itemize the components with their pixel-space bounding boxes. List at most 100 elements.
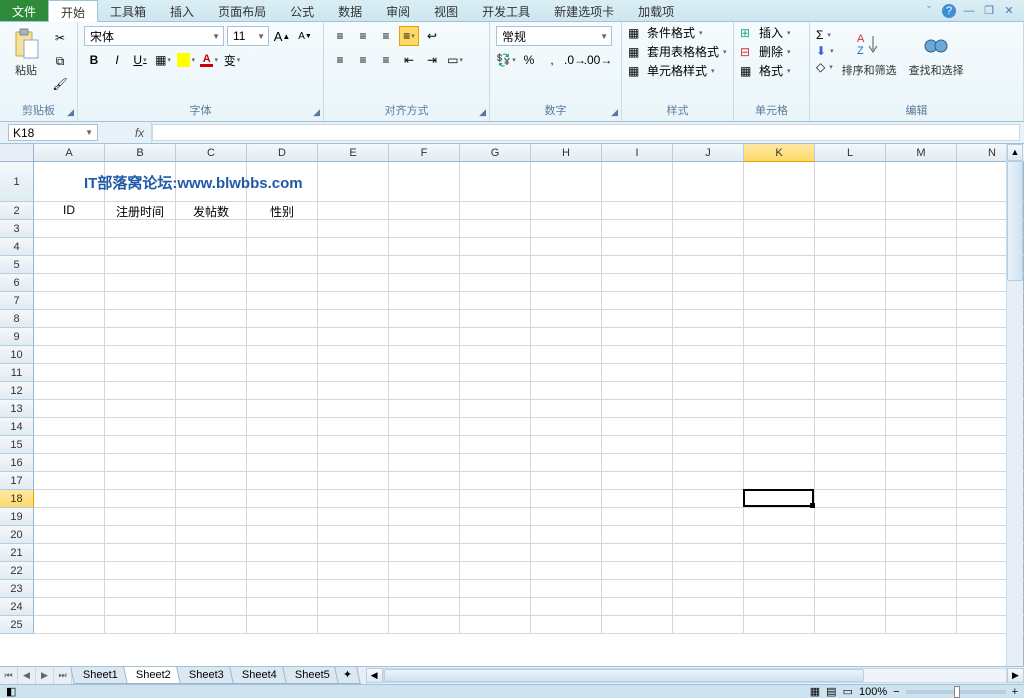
cell-B6[interactable] bbox=[105, 274, 176, 292]
cell-D11[interactable] bbox=[247, 364, 318, 382]
cell-J16[interactable] bbox=[673, 454, 744, 472]
cell-A14[interactable] bbox=[34, 418, 105, 436]
cell-M9[interactable] bbox=[886, 328, 957, 346]
cell-K4[interactable] bbox=[744, 238, 815, 256]
delete-cells-button[interactable]: ⊟删除▾ bbox=[740, 43, 791, 60]
cell-C15[interactable] bbox=[176, 436, 247, 454]
cell-C2[interactable]: 发帖数 bbox=[176, 202, 247, 220]
cell-K13[interactable] bbox=[744, 400, 815, 418]
cell-L24[interactable] bbox=[815, 598, 886, 616]
cell-B10[interactable] bbox=[105, 346, 176, 364]
row-header-12[interactable]: 12 bbox=[0, 382, 34, 400]
cell-L2[interactable] bbox=[815, 202, 886, 220]
cell-G16[interactable] bbox=[460, 454, 531, 472]
cell-H13[interactable] bbox=[531, 400, 602, 418]
cell-A4[interactable] bbox=[34, 238, 105, 256]
paste-button[interactable]: 粘贴 bbox=[6, 26, 46, 80]
cell-G18[interactable] bbox=[460, 490, 531, 508]
select-all-corner[interactable] bbox=[0, 144, 34, 162]
view-normal-icon[interactable]: ▦ bbox=[810, 685, 820, 698]
cell-B22[interactable] bbox=[105, 562, 176, 580]
dialog-launcher-icon[interactable]: ◢ bbox=[611, 107, 618, 118]
cell-I16[interactable] bbox=[602, 454, 673, 472]
cell-J19[interactable] bbox=[673, 508, 744, 526]
sheet-tab-Sheet1[interactable]: Sheet1 bbox=[70, 667, 130, 684]
cell-L3[interactable] bbox=[815, 220, 886, 238]
cell-E16[interactable] bbox=[318, 454, 389, 472]
cell-L12[interactable] bbox=[815, 382, 886, 400]
cell-K2[interactable] bbox=[744, 202, 815, 220]
cell-A17[interactable] bbox=[34, 472, 105, 490]
cell-I4[interactable] bbox=[602, 238, 673, 256]
cell-B15[interactable] bbox=[105, 436, 176, 454]
cell-B4[interactable] bbox=[105, 238, 176, 256]
cell-M3[interactable] bbox=[886, 220, 957, 238]
cell-H19[interactable] bbox=[531, 508, 602, 526]
cell-G22[interactable] bbox=[460, 562, 531, 580]
cell-B18[interactable] bbox=[105, 490, 176, 508]
cell-A9[interactable] bbox=[34, 328, 105, 346]
col-header-E[interactable]: E bbox=[318, 144, 389, 162]
accounting-button[interactable]: 💱▾ bbox=[496, 50, 516, 70]
cell-J6[interactable] bbox=[673, 274, 744, 292]
cell-J3[interactable] bbox=[673, 220, 744, 238]
cell-E18[interactable] bbox=[318, 490, 389, 508]
cell-A13[interactable] bbox=[34, 400, 105, 418]
cell-M8[interactable] bbox=[886, 310, 957, 328]
cell-F5[interactable] bbox=[389, 256, 460, 274]
cell-H5[interactable] bbox=[531, 256, 602, 274]
cell-E15[interactable] bbox=[318, 436, 389, 454]
cell-E25[interactable] bbox=[318, 616, 389, 634]
cell-G10[interactable] bbox=[460, 346, 531, 364]
cell-L19[interactable] bbox=[815, 508, 886, 526]
tab-视图[interactable]: 视图 bbox=[422, 0, 470, 21]
font-name-combo[interactable]: 宋体▼ bbox=[84, 26, 224, 46]
row-header-5[interactable]: 5 bbox=[0, 256, 34, 274]
cell-I3[interactable] bbox=[602, 220, 673, 238]
cell-I1[interactable] bbox=[602, 162, 673, 202]
cell-H21[interactable] bbox=[531, 544, 602, 562]
tab-页面布局[interactable]: 页面布局 bbox=[206, 0, 278, 21]
col-header-D[interactable]: D bbox=[247, 144, 318, 162]
cell-H25[interactable] bbox=[531, 616, 602, 634]
cell-K14[interactable] bbox=[744, 418, 815, 436]
cell-G23[interactable] bbox=[460, 580, 531, 598]
cell-L21[interactable] bbox=[815, 544, 886, 562]
cell-G2[interactable] bbox=[460, 202, 531, 220]
hscroll-thumb[interactable] bbox=[384, 669, 864, 682]
cell-D3[interactable] bbox=[247, 220, 318, 238]
cell-D19[interactable] bbox=[247, 508, 318, 526]
cell-K17[interactable] bbox=[744, 472, 815, 490]
tab-工具箱[interactable]: 工具箱 bbox=[98, 0, 158, 21]
underline-button[interactable]: U▾ bbox=[130, 50, 150, 70]
cell-J7[interactable] bbox=[673, 292, 744, 310]
cell-A25[interactable] bbox=[34, 616, 105, 634]
cell-K6[interactable] bbox=[744, 274, 815, 292]
cell-D25[interactable] bbox=[247, 616, 318, 634]
cell-I15[interactable] bbox=[602, 436, 673, 454]
clear-button[interactable]: ◇▾ bbox=[816, 60, 834, 74]
comma-button[interactable]: , bbox=[542, 50, 562, 70]
cell-M25[interactable] bbox=[886, 616, 957, 634]
cell-I6[interactable] bbox=[602, 274, 673, 292]
cell-H9[interactable] bbox=[531, 328, 602, 346]
cell-G13[interactable] bbox=[460, 400, 531, 418]
window-restore-icon[interactable]: ❐ bbox=[982, 4, 996, 18]
cell-L14[interactable] bbox=[815, 418, 886, 436]
cell-D16[interactable] bbox=[247, 454, 318, 472]
cell-B21[interactable] bbox=[105, 544, 176, 562]
tab-插入[interactable]: 插入 bbox=[158, 0, 206, 21]
cell-J25[interactable] bbox=[673, 616, 744, 634]
cell-B9[interactable] bbox=[105, 328, 176, 346]
cell-L18[interactable] bbox=[815, 490, 886, 508]
row-header-21[interactable]: 21 bbox=[0, 544, 34, 562]
cell-K8[interactable] bbox=[744, 310, 815, 328]
dialog-launcher-icon[interactable]: ◢ bbox=[67, 107, 74, 118]
percent-button[interactable]: % bbox=[519, 50, 539, 70]
cell-A10[interactable] bbox=[34, 346, 105, 364]
phonetic-button[interactable]: 变▾ bbox=[222, 50, 242, 70]
orientation-button[interactable]: ≡▾ bbox=[399, 26, 419, 46]
row-header-9[interactable]: 9 bbox=[0, 328, 34, 346]
cell-H17[interactable] bbox=[531, 472, 602, 490]
cell-J5[interactable] bbox=[673, 256, 744, 274]
